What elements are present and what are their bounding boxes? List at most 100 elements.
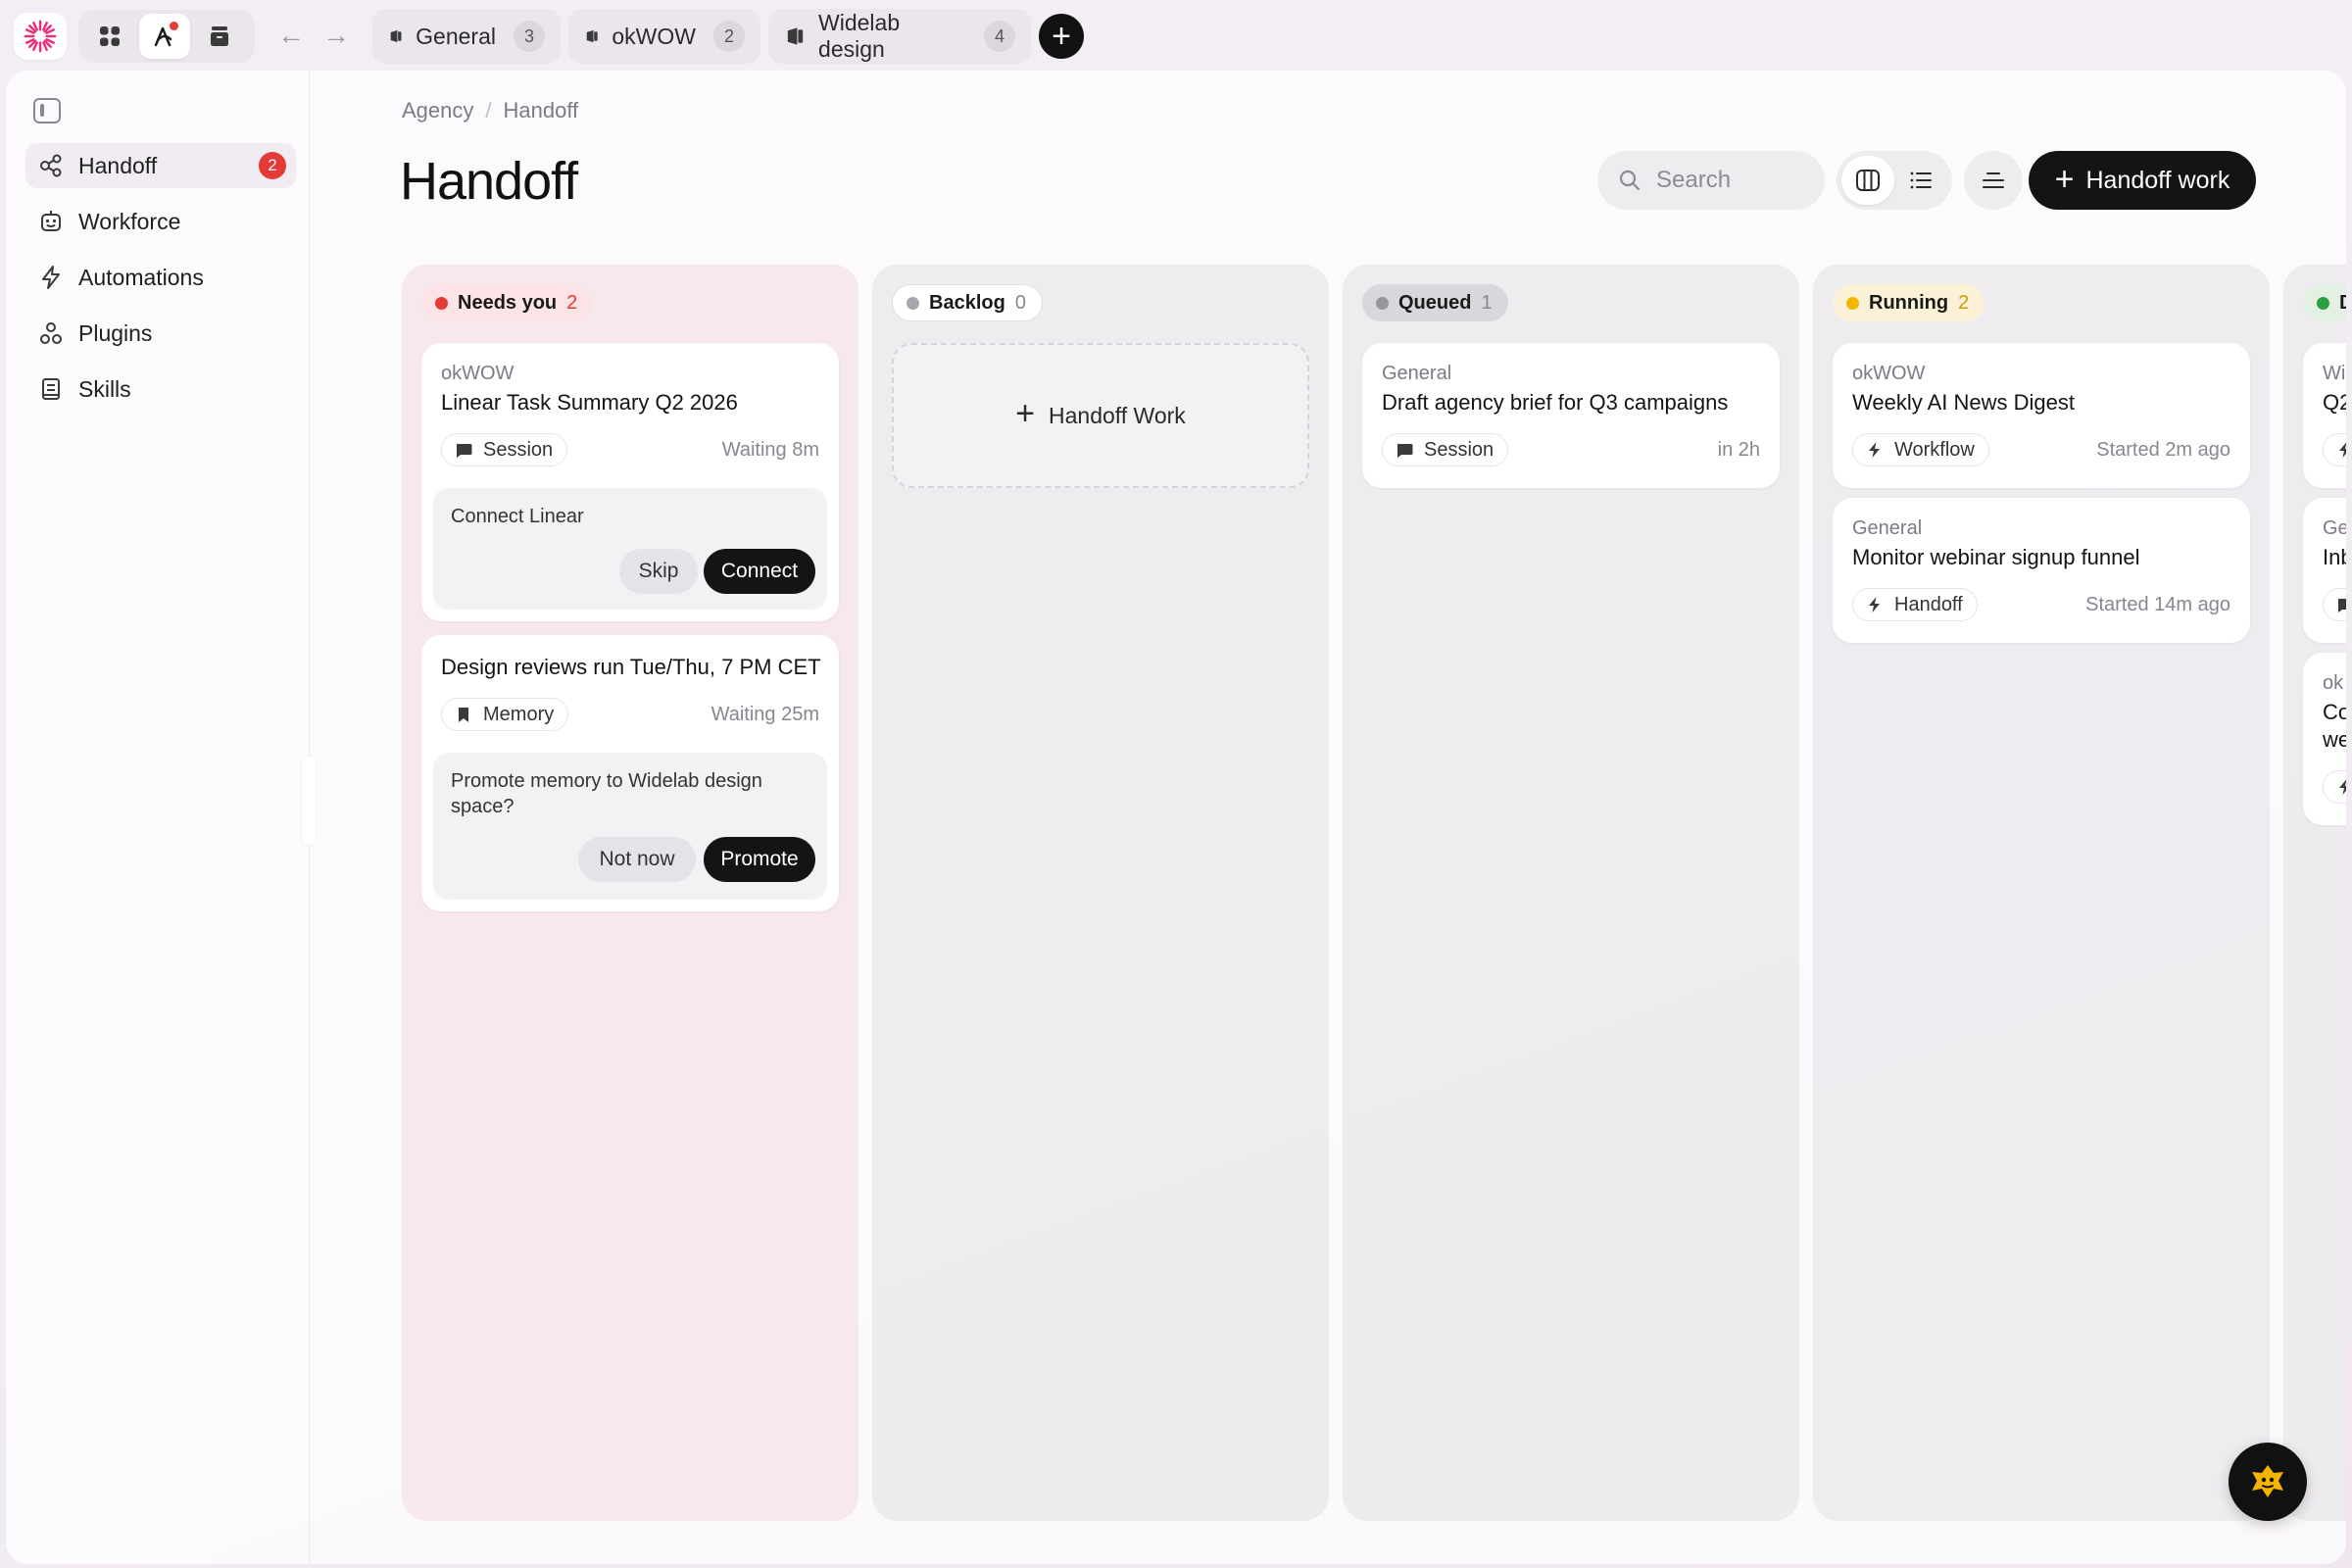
app-logo[interactable]	[14, 13, 67, 60]
task-card[interactable]: Design reviews run Tue/Thu, 7 PM CET Mem…	[421, 635, 839, 911]
column-count: 2	[1958, 291, 1970, 314]
card-space: General	[1382, 363, 1452, 384]
task-card[interactable]: General Draft agency brief for Q3 campai…	[1362, 343, 1780, 488]
column-label: D	[2339, 292, 2346, 315]
column-done-partial: D Wi Q2 Ge Inb ok Co we	[2283, 265, 2346, 1521]
card-title: Draft agency brief for Q3 campaigns	[1382, 390, 1729, 415]
handoff-work-label: Handoff work	[2085, 166, 2230, 194]
search-input[interactable]: Search	[1597, 151, 1825, 210]
promote-button[interactable]: Promote	[704, 837, 815, 882]
plugins-icon	[40, 322, 62, 344]
action-text: Connect Linear	[451, 506, 584, 527]
breadcrumb-item[interactable]: Handoff	[504, 98, 579, 123]
task-card[interactable]: okWOW Linear Task Summary Q2 2026 Sessio…	[421, 343, 839, 621]
task-card[interactable]: General Monitor webinar signup funnel Ha…	[1833, 498, 2250, 643]
card-tag	[2323, 433, 2346, 466]
breadcrumb-item[interactable]: Agency	[402, 98, 473, 123]
sidebar-item-label: Workforce	[78, 208, 181, 234]
apps-mode-button[interactable]	[84, 14, 135, 59]
card-tag	[2323, 588, 2346, 621]
sidebar-resize-handle[interactable]	[302, 757, 316, 845]
add-handoff-work-button[interactable]: + Handoff Work	[892, 343, 1309, 488]
chat-bubble-icon	[1397, 444, 1413, 458]
task-card[interactable]: okWOW Weekly AI News Digest Workflow Sta…	[1833, 343, 2250, 488]
card-tag: Session	[1382, 433, 1509, 466]
card-space: okWOW	[1852, 363, 1926, 384]
card-space: Wi	[2323, 363, 2346, 384]
sidebar-item-skills[interactable]: Skills	[25, 367, 296, 412]
tab-general[interactable]: General 3	[372, 9, 561, 64]
assistant-button[interactable]	[2229, 1443, 2307, 1521]
tag-label: Memory	[483, 703, 555, 725]
chat-bubble-icon	[2338, 599, 2346, 612]
card-tag: Memory	[441, 698, 569, 731]
tab-count: 3	[514, 21, 545, 52]
column-label: Running	[1869, 291, 1949, 314]
not-now-button[interactable]: Not now	[578, 837, 696, 882]
column-header-running: Running 2	[1833, 284, 1985, 321]
list-view-button[interactable]	[1894, 156, 1947, 205]
action-text: Promote memory to Widelab design space?	[451, 770, 762, 817]
column-label: Backlog	[929, 291, 1005, 314]
assistant-avatar-icon	[2252, 1465, 2283, 1497]
search-icon	[1619, 170, 1641, 191]
card-title-line2: we	[2323, 727, 2346, 752]
column-running: Running 2 okWOW Weekly AI News Digest Wo…	[1813, 265, 2270, 1521]
top-bar: ← → General 3 okWOW 2 Widelab design 4 +	[0, 0, 2352, 71]
space-icon	[787, 27, 804, 45]
breadcrumb: Agency / Handoff	[402, 98, 578, 123]
connect-button[interactable]: Connect	[704, 549, 815, 594]
page-title: Handoff	[400, 152, 578, 211]
card-tag: Workflow	[1852, 433, 1989, 466]
sidebar-item-plugins[interactable]: Plugins	[25, 311, 296, 356]
add-tab-button[interactable]: +	[1039, 14, 1084, 59]
tag-label: Session	[483, 438, 554, 461]
column-backlog: Backlog 0 + Handoff Work	[872, 265, 1329, 1521]
grid-apps-icon	[100, 26, 120, 46]
column-count: 0	[1014, 291, 1026, 314]
card-meta: Waiting 8m	[721, 439, 819, 461]
back-arrow-icon[interactable]: ←	[274, 18, 308, 53]
task-card[interactable]: Ge Inb	[2303, 498, 2346, 643]
card-action-box: Connect Linear Skip Connect	[433, 488, 827, 610]
skip-button[interactable]: Skip	[619, 549, 698, 594]
lightning-icon	[1869, 597, 1880, 612]
sidebar-item-label: Plugins	[78, 319, 153, 346]
column-header-backlog: Backlog 0	[892, 284, 1043, 321]
sidebar-item-automations[interactable]: Automations	[25, 255, 296, 300]
tab-okwow[interactable]: okWOW 2	[568, 9, 760, 64]
card-title: Design reviews run Tue/Thu, 7 PM CET	[441, 655, 821, 679]
task-card[interactable]: Wi Q2	[2303, 343, 2346, 488]
forward-arrow-icon[interactable]: →	[319, 18, 353, 53]
sidebar-item-label: Automations	[78, 264, 204, 290]
view-toggle	[1837, 151, 1952, 210]
robot-icon	[41, 211, 61, 231]
sidebar-item-label: Skills	[78, 375, 131, 402]
agent-mode-button[interactable]	[139, 14, 190, 59]
sidebar-item-workforce[interactable]: Workforce	[25, 199, 296, 244]
card-title: Monitor webinar signup funnel	[1852, 545, 2140, 569]
card-space: Ge	[2323, 517, 2346, 539]
sidebar-toggle-icon[interactable]	[33, 98, 61, 123]
inbox-mode-button[interactable]	[194, 14, 245, 59]
density-button[interactable]	[1964, 151, 2023, 210]
tag-label: Session	[1424, 438, 1494, 461]
card-meta: in 2h	[1717, 439, 1760, 461]
board-view-button[interactable]	[1841, 156, 1894, 205]
sidebar-item-label: Handoff	[78, 152, 158, 178]
task-card[interactable]: ok Co we	[2303, 653, 2346, 825]
handoff-work-button[interactable]: + Handoff work	[2029, 151, 2256, 210]
book-icon	[42, 378, 60, 400]
card-meta: Started 14m ago	[2085, 594, 2230, 615]
column-label: Needs you	[458, 291, 558, 314]
sidebar: Handoff 2 Workforce Automations Plugins	[6, 71, 310, 1564]
plus-icon: +	[1015, 395, 1036, 432]
card-space: General	[1852, 517, 1923, 539]
tab-widelab-design[interactable]: Widelab design 4	[768, 9, 1031, 64]
mode-switcher	[78, 10, 255, 63]
sidebar-item-handoff[interactable]: Handoff 2	[25, 143, 296, 188]
card-tag: Handoff	[1852, 588, 1978, 621]
tab-label: General	[416, 23, 496, 49]
handoff-icon	[40, 154, 62, 177]
column-header-queued: Queued 1	[1362, 284, 1508, 321]
